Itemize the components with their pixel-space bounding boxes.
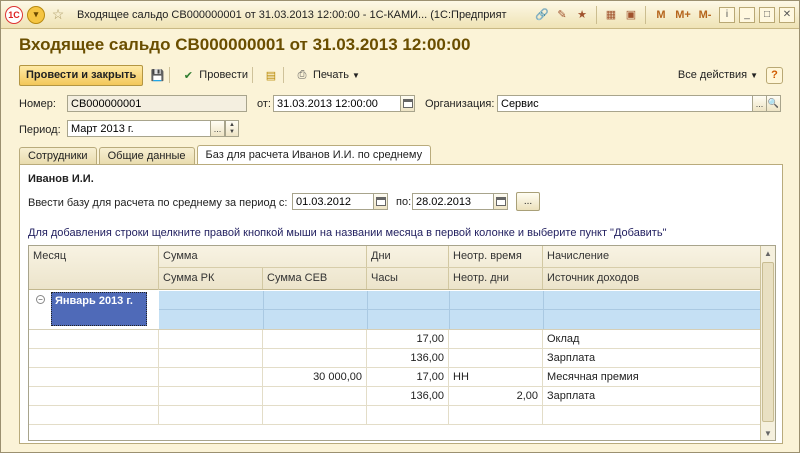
vertical-scrollbar[interactable]: ▲ ▼ bbox=[760, 246, 775, 440]
number-label: Номер: bbox=[19, 98, 56, 110]
scroll-down-icon[interactable]: ▼ bbox=[761, 426, 775, 440]
tab-common-data[interactable]: Общие данные bbox=[98, 147, 195, 164]
tab-panel: Иванов И.И. Ввести базу для расчета по с… bbox=[19, 164, 783, 444]
organization-label: Организация: bbox=[425, 98, 495, 110]
calendar-icon bbox=[495, 197, 506, 206]
chevron-down-icon[interactable]: ▼ bbox=[352, 71, 360, 80]
period-from-calendar-button[interactable] bbox=[373, 193, 388, 210]
save-icon[interactable]: 💾 bbox=[149, 67, 165, 83]
organization-select-button[interactable]: ... bbox=[752, 95, 767, 112]
1c-logo-icon[interactable]: 1С bbox=[5, 5, 23, 24]
table-row[interactable]: 17,00 Оклад bbox=[29, 330, 761, 349]
maximize-icon[interactable]: □ bbox=[759, 6, 775, 23]
hint-text: Для добавления строки щелкните правой кн… bbox=[28, 227, 667, 239]
column-header-month[interactable]: Месяц bbox=[29, 246, 159, 290]
column-header-sum-sev[interactable]: Сумма СЕВ bbox=[263, 268, 367, 289]
date-label: от: bbox=[257, 98, 271, 110]
organization-open-button[interactable]: 🔍 bbox=[766, 95, 781, 112]
date-calendar-button[interactable] bbox=[400, 95, 415, 112]
column-header-unworked-days[interactable]: Неотр. дни bbox=[449, 268, 543, 289]
post-button[interactable]: Провести bbox=[199, 69, 248, 81]
close-icon[interactable]: ✕ bbox=[779, 6, 795, 23]
table-header: Месяц Сумма Дни Неотр. время Начисление … bbox=[29, 246, 761, 290]
main-menu-icon[interactable]: ▾ bbox=[27, 5, 45, 24]
column-header-unworked-time[interactable]: Неотр. время bbox=[449, 246, 543, 267]
table-row[interactable]: 30 000,00 17,00 НН Месячная премия bbox=[29, 368, 761, 387]
fill-base-button[interactable]: ... bbox=[516, 192, 540, 211]
period-prompt: Ввести базу для расчета по среднему за п… bbox=[28, 197, 288, 209]
memory-m-button[interactable]: M bbox=[651, 6, 671, 24]
document-window: 1С ▾ ☆ Входящее сальдо СВ000000001 от 31… bbox=[0, 0, 800, 453]
month-cell[interactable]: Январь 2013 г. bbox=[51, 292, 147, 326]
period-to-calendar-button[interactable] bbox=[493, 193, 508, 210]
organization-field[interactable] bbox=[497, 95, 753, 112]
journal-icon[interactable]: ▤ bbox=[263, 67, 279, 83]
post-and-close-button[interactable]: Провести и закрыть bbox=[19, 64, 144, 86]
link-icon[interactable]: 🔗 bbox=[533, 6, 551, 24]
tab-employees[interactable]: Сотрудники bbox=[19, 147, 97, 164]
scrollbar-thumb[interactable] bbox=[762, 262, 774, 422]
column-header-days[interactable]: Дни bbox=[367, 246, 449, 267]
table-row-empty[interactable] bbox=[29, 406, 761, 425]
employee-name: Иванов И.И. bbox=[28, 173, 94, 185]
all-actions-menu[interactable]: Все действия ▼ bbox=[678, 69, 758, 81]
window-title: Входящее сальдо СВ000000001 от 31.03.201… bbox=[77, 8, 507, 21]
favorite-star-icon[interactable]: ☆ bbox=[49, 6, 67, 23]
table-row[interactable]: 136,00 2,00 Зарплата bbox=[29, 387, 761, 406]
memory-minus-button[interactable]: M- bbox=[695, 6, 715, 24]
period-to-field[interactable] bbox=[412, 193, 494, 210]
command-bar: Провести и закрыть 💾 ✔ Провести ▤ ⎙ Печа… bbox=[19, 63, 783, 87]
column-header-sum[interactable]: Сумма bbox=[159, 246, 367, 267]
tab-bar: Сотрудники Общие данные Баз для расчета … bbox=[19, 145, 433, 164]
info-icon[interactable]: i bbox=[719, 6, 735, 23]
period-field[interactable] bbox=[67, 120, 211, 137]
calendar-icon bbox=[402, 99, 413, 108]
column-header-hours[interactable]: Часы bbox=[367, 268, 449, 289]
help-button[interactable]: ? bbox=[766, 66, 783, 84]
calendar-icon bbox=[375, 197, 386, 206]
calendar-icon[interactable]: ▣ bbox=[622, 6, 640, 24]
period-label: Период: bbox=[19, 124, 61, 136]
column-header-income-source[interactable]: Источник доходов bbox=[543, 268, 761, 289]
edit-icon[interactable]: ✎ bbox=[553, 6, 571, 24]
collapse-icon[interactable]: − bbox=[36, 295, 45, 304]
table-row-month-group[interactable]: − Январь 2013 г. bbox=[29, 291, 761, 329]
column-header-sum-rk[interactable]: Сумма РК bbox=[159, 268, 263, 289]
table-row[interactable]: 136,00 Зарплата bbox=[29, 349, 761, 368]
post-icon[interactable]: ✔ bbox=[180, 67, 196, 83]
calculator-icon[interactable]: ▦ bbox=[602, 6, 620, 24]
favorites-icon[interactable]: ★ bbox=[573, 6, 591, 24]
memory-plus-button[interactable]: M+ bbox=[673, 6, 693, 24]
period-stepper[interactable]: ▲ ▼ bbox=[225, 120, 239, 137]
chevron-down-icon: ▼ bbox=[750, 70, 758, 80]
minimize-icon[interactable]: _ bbox=[739, 6, 755, 23]
number-field[interactable] bbox=[67, 95, 247, 112]
form-title: Входящее сальдо СВ000000001 от 31.03.201… bbox=[19, 35, 471, 54]
tab-average-base[interactable]: Баз для расчета Иванов И.И. по среднему bbox=[196, 145, 432, 164]
column-header-accrual[interactable]: Начисление bbox=[543, 246, 761, 267]
title-bar: 1С ▾ ☆ Входящее сальдо СВ000000001 от 31… bbox=[1, 1, 799, 29]
period-select-button[interactable]: ... bbox=[210, 120, 225, 137]
print-button[interactable]: Печать bbox=[313, 69, 349, 81]
period-to-label: по: bbox=[396, 196, 412, 208]
scroll-up-icon[interactable]: ▲ bbox=[761, 246, 775, 260]
average-base-table[interactable]: Месяц Сумма Дни Неотр. время Начисление … bbox=[28, 245, 776, 441]
period-from-field[interactable] bbox=[292, 193, 374, 210]
date-field[interactable] bbox=[273, 95, 401, 112]
print-icon[interactable]: ⎙ bbox=[294, 67, 310, 83]
